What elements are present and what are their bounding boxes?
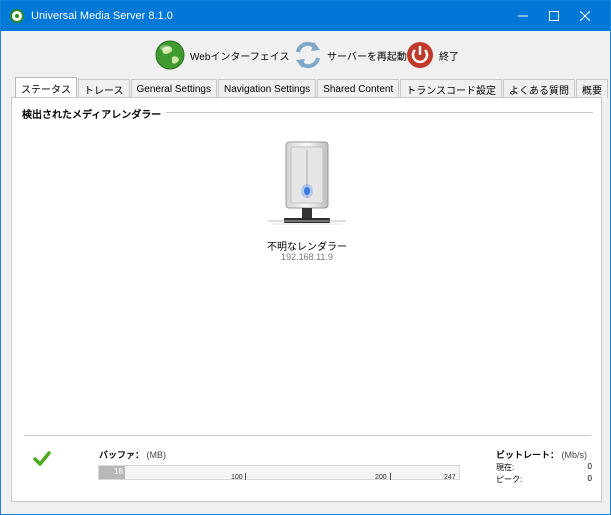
- globe-icon: [155, 40, 185, 70]
- bitrate-peak-value: 0: [587, 474, 592, 483]
- buffer-title: バッファ：: [99, 450, 145, 460]
- media-renderer-icon: [268, 141, 346, 225]
- section-divider: [156, 112, 593, 113]
- minimize-button[interactable]: [507, 1, 539, 31]
- status-panel: 検出されたメディアレンダラー 不明なレンダラー 192.168.11.9 バッフ…: [11, 97, 602, 502]
- minimize-icon: [518, 15, 528, 17]
- bitrate-title: ビットレート：: [496, 450, 560, 460]
- buffer-tick-247: 247: [444, 474, 456, 481]
- window-title: Universal Media Server 8.1.0: [31, 10, 173, 22]
- tab-about[interactable]: 概要: [576, 79, 609, 98]
- tab-transcode-settings[interactable]: トランスコード設定: [400, 79, 503, 98]
- quit-button[interactable]: 終了: [405, 39, 459, 71]
- tab-trace[interactable]: トレース: [78, 79, 130, 98]
- buffer-tick-mark: [390, 473, 391, 480]
- renderer-name: 不明なレンダラー: [267, 242, 347, 253]
- buffer-progress-bar: 18: [98, 465, 460, 480]
- restart-server-button[interactable]: サーバーを再起動: [293, 39, 407, 71]
- app-logo-icon: [10, 9, 24, 23]
- restart-icon: [296, 41, 320, 69]
- tab-bar: ステータス トレース General Settings Navigation S…: [15, 77, 609, 98]
- tab-general-settings[interactable]: General Settings: [130, 79, 217, 98]
- app-window: Universal Media Server 8.1.0 Webインターフェイス: [0, 0, 611, 515]
- bitrate-label: ビットレート： (Mb/s): [496, 448, 587, 461]
- bitrate-unit: (Mb/s): [561, 450, 588, 460]
- quit-label: 終了: [439, 51, 459, 63]
- buffer-tick-100: 100: [231, 474, 243, 481]
- tab-shared-content[interactable]: Shared Content: [317, 79, 400, 98]
- web-interface-button[interactable]: Webインターフェイス: [154, 39, 289, 71]
- checkmark-icon: [33, 451, 51, 466]
- tab-navigation-settings[interactable]: Navigation Settings: [218, 79, 317, 98]
- buffer-value: 18: [114, 467, 123, 476]
- maximize-button[interactable]: [538, 1, 570, 31]
- close-button[interactable]: [569, 1, 601, 31]
- buffer-label: バッファ： (MB): [99, 448, 166, 461]
- buffer-unit: (MB): [146, 450, 167, 460]
- tab-status[interactable]: ステータス: [15, 77, 77, 98]
- maximize-icon: [549, 11, 559, 21]
- tab-faq[interactable]: よくある質問: [503, 79, 576, 98]
- web-interface-label: Webインターフェイス: [190, 51, 290, 63]
- renderer-item[interactable]: 不明なレンダラー 192.168.11.9: [262, 138, 352, 262]
- power-icon: [407, 42, 433, 68]
- bitrate-peak-label: ピーク:: [496, 475, 523, 484]
- detected-renderers-heading: 検出されたメディアレンダラー: [22, 106, 167, 121]
- status-divider: [24, 435, 591, 436]
- close-icon: [580, 11, 590, 21]
- buffer-tick-200: 200: [375, 474, 387, 481]
- title-bar[interactable]: Universal Media Server 8.1.0: [1, 1, 610, 31]
- renderer-ip-address: 192.168.11.9: [281, 252, 333, 262]
- restart-server-label: サーバーを再起動: [327, 51, 407, 63]
- bitrate-current-value: 0: [587, 462, 592, 471]
- buffer-tick-mark: [245, 473, 246, 480]
- bitrate-current-label: 現在:: [496, 463, 515, 472]
